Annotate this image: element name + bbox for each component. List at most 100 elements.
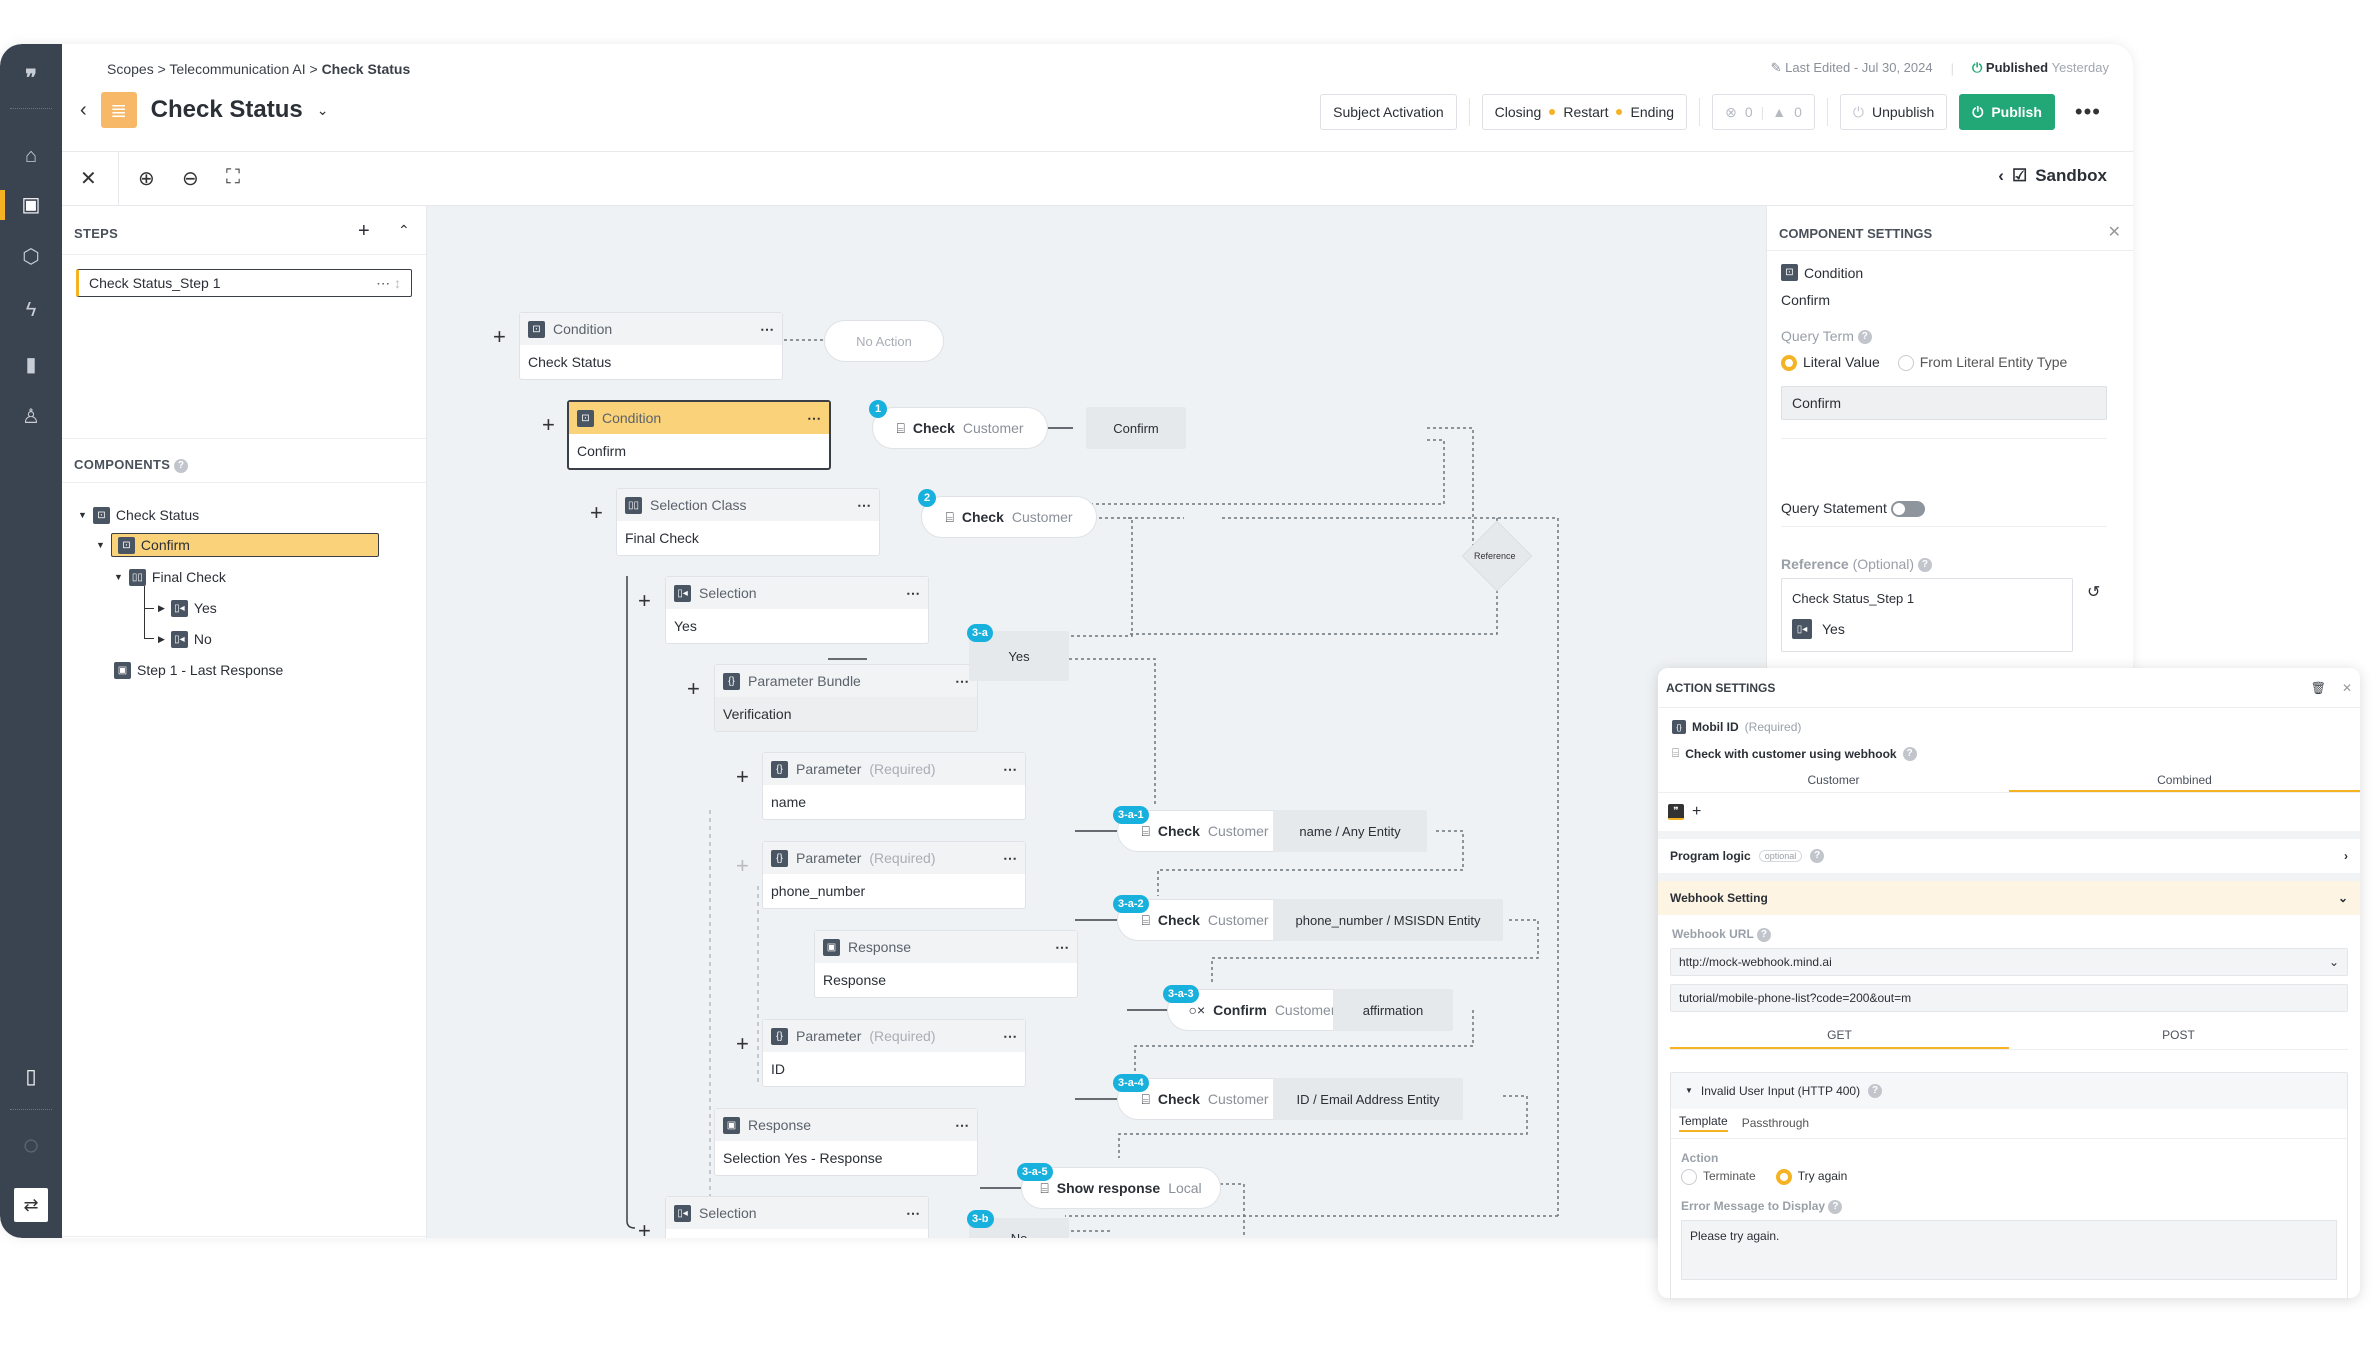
help-icon[interactable]: ? [1857,330,1872,345]
add-node-icon[interactable]: + [638,588,651,614]
add-node-icon[interactable]: + [687,676,700,702]
node-more-icon[interactable]: ⋯ [1003,1028,1017,1045]
from-entity-radio[interactable]: From Literal Entity Type [1897,354,2067,372]
learn-icon[interactable]: ⬡ [0,236,62,276]
tab-combined[interactable]: Combined [2009,769,2360,792]
node-condition-check-status[interactable]: ⊡ Condition ⋯ Check Status [519,312,783,380]
add-node-icon[interactable]: + [542,412,555,438]
sandbox-button[interactable]: ‹ ☑ Sandbox [1998,166,2107,186]
caret-right-icon[interactable]: ▶ [158,603,165,614]
caret-down-icon[interactable]: ▼ [78,510,87,520]
switch-icon[interactable]: ⇄ [14,1188,48,1222]
node-selection-class[interactable]: ▯▯ Selection Class ⋯ Final Check [616,488,880,556]
add-node-icon[interactable]: + [736,764,749,790]
node-more-icon[interactable]: ⋯ [955,1117,969,1134]
add-node-icon[interactable]: + [736,853,749,879]
tree-item-yes[interactable]: ▶ ▯◂ Yes [158,597,217,619]
home-icon[interactable]: ⌂ [0,136,62,176]
reset-icon[interactable]: ↺ [2087,582,2100,602]
add-template-icon[interactable]: + [1692,803,1701,821]
tab-template[interactable]: Template [1679,1114,1728,1133]
program-logic-row[interactable]: Program logic optional ? › [1658,839,2360,873]
zoom-in-icon[interactable]: ⊕ [138,166,155,191]
help-icon[interactable]: ? [1810,849,1825,863]
help-icon[interactable]: ? [1917,558,1932,573]
tree-item-no[interactable]: ▶ ▯◂ No [158,628,212,650]
result-box[interactable]: name / Any Entity [1273,810,1427,852]
breadcrumb-project[interactable]: Telecommunication AI [169,61,305,77]
try-again-radio[interactable]: Try again [1775,1168,1847,1185]
close-icon[interactable]: ✕ [2342,681,2352,695]
webhook-path-input[interactable]: tutorial/mobile-phone-list?code=200&out=… [1670,983,2348,1012]
node-condition-confirm[interactable]: ⊡ Condition ⋯ Confirm [567,400,831,470]
close-icon[interactable]: ✕ [2108,222,2121,242]
subject-activation-button[interactable]: Subject Activation [1320,94,1457,130]
invalid-input-header[interactable]: ▼ Invalid User Input (HTTP 400) ? [1671,1072,2347,1109]
add-node-icon[interactable]: + [736,1031,749,1057]
delete-icon[interactable]: 🗑 [2311,681,2326,695]
node-parameter-bundle[interactable]: {} Parameter Bundle ⋯ Verification [714,664,978,732]
tree-item-check-status[interactable]: ▼ ⊡ Check Status [78,504,199,526]
tab-post[interactable]: POST [2009,1024,2348,1049]
tab-get[interactable]: GET [1670,1024,2009,1049]
node-more-icon[interactable]: ⋯ [906,585,920,602]
result-box[interactable]: phone_number / MSISDN Entity [1273,899,1503,941]
node-more-icon[interactable]: ⋯ [857,497,871,514]
webhook-setting-row[interactable]: Webhook Setting ⌄ [1658,881,2360,915]
node-selection-no[interactable]: ▯◂ Selection ⋯ [665,1196,929,1238]
literal-value-radio[interactable]: Literal Value [1781,354,1880,372]
node-selection-yes[interactable]: ▯◂ Selection ⋯ Yes [665,576,929,644]
caret-down-icon[interactable]: ▼ [114,572,123,582]
tree-item-confirm[interactable]: ▼ ⊡ Confirm [96,533,379,557]
help-icon[interactable]: ? [1868,1083,1883,1098]
node-parameter-id[interactable]: {} Parameter (Required) ⋯ ID [762,1019,1026,1087]
breadcrumb-scopes[interactable]: Scopes [107,61,154,77]
chart-icon[interactable]: ▮ [0,344,62,384]
node-response-selection-yes[interactable]: ▣ Response ⋯ Selection Yes - Response [714,1108,978,1176]
tab-passthrough[interactable]: Passthrough [1742,1116,1809,1130]
node-more-icon[interactable]: ⋯ [760,321,774,338]
node-more-icon[interactable]: ⋯ [955,673,969,690]
add-node-icon[interactable]: + [638,1218,651,1238]
node-more-icon[interactable]: ⋯ [807,410,821,427]
node-more-icon[interactable]: ⋯ [1003,850,1017,867]
add-node-icon[interactable]: + [590,500,603,526]
help-icon[interactable]: ? [174,458,189,473]
zoom-out-icon[interactable]: ⊖ [182,166,199,191]
document-icon[interactable]: ▯ [0,1056,62,1096]
terminate-radio[interactable]: Terminate [1681,1168,1756,1185]
reference-box[interactable]: Check Status_Step 1 ▯◂ Yes [1781,578,2073,652]
user-icon[interactable]: ♙ [0,396,62,436]
chat-icon[interactable]: ▣ [0,184,62,224]
result-box[interactable]: affirmation [1333,989,1453,1031]
error-message-input[interactable]: Please try again. [1681,1219,2337,1280]
logo-icon[interactable]: ❞ [0,58,62,98]
query-value-input[interactable]: Confirm [1781,386,2107,420]
validation-status[interactable]: ⊗ 0 | ▲ 0 [1712,94,1815,130]
chevron-down-icon[interactable]: ⌄ [317,102,329,119]
node-more-icon[interactable]: ⋯ [1055,939,1069,956]
result-box[interactable]: ID / Email Address Entity [1273,1078,1463,1120]
node-parameter-phone[interactable]: {} Parameter (Required) ⋯ phone_number [762,841,1026,909]
webhook-url-select[interactable]: http://mock-webhook.mind.ai ⌄ [1670,947,2348,976]
quote-template-icon[interactable]: ❞ [1668,804,1684,820]
node-more-icon[interactable]: ⋯ [906,1205,920,1222]
help-icon[interactable]: ? [1756,927,1771,942]
tree-item-final-check[interactable]: ▼ ▯▯ Final Check [114,566,226,588]
tree-item-last-response[interactable]: ▣ Step 1 - Last Response [114,659,283,681]
node-response[interactable]: ▣ Response ⋯ Response [814,930,1078,998]
collapse-icon[interactable]: ⌃ [398,222,410,239]
step-more-icon[interactable]: ⋯ ↕ [376,275,401,291]
flow-canvas[interactable]: + ⊡ Condition ⋯ Check Status No Action + ⊡… [427,206,1766,1238]
query-statement-toggle[interactable] [1890,501,1925,518]
result-box[interactable]: Confirm [1086,407,1186,449]
action-pill-1[interactable]: ⌸ Check Customer [872,407,1048,449]
node-parameter-name[interactable]: {} Parameter (Required) ⋯ name [762,752,1026,820]
close-icon[interactable]: ✕ [80,166,97,191]
publish-button[interactable]: ⏻ Publish [1959,94,2055,130]
step-item[interactable]: Check Status_Step 1 ⋯ ↕ [76,269,412,297]
tab-customer[interactable]: Customer [1658,769,2009,792]
caret-right-icon[interactable]: ▶ [158,634,165,645]
no-action-pill[interactable]: No Action [824,320,944,362]
bolt-icon[interactable]: ϟ [0,290,62,330]
